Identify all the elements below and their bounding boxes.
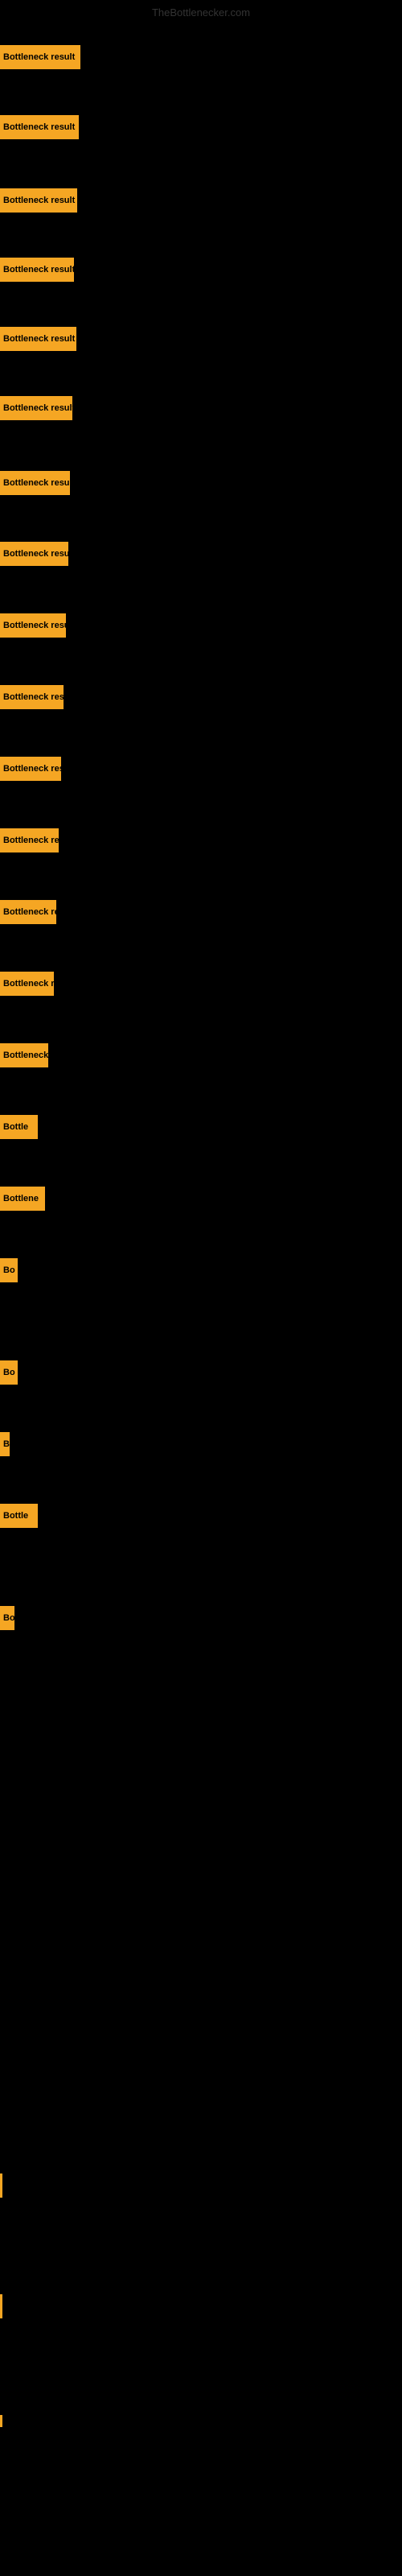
bottleneck-badge: Bottleneck res: [0, 828, 59, 852]
bottleneck-badge: Bottleneck result: [0, 258, 74, 282]
bottleneck-badge: Bottleneck res: [0, 900, 56, 924]
bottleneck-badge: Bottleneck result: [0, 471, 70, 495]
left-indicator-line: [0, 2415, 2, 2427]
bottleneck-badge: Bo: [0, 1360, 18, 1385]
left-indicator-line: [0, 2174, 2, 2198]
bottleneck-badge: Bottle: [0, 1504, 38, 1528]
bottleneck-badge: Bottleneck result: [0, 188, 77, 213]
bottleneck-badge: Bottleneck: [0, 1043, 48, 1067]
bottleneck-badge: Bottle: [0, 1115, 38, 1139]
bottleneck-badge: Bottlene: [0, 1187, 45, 1211]
bottleneck-badge: Bottleneck result: [0, 327, 76, 351]
bottleneck-badge: B: [0, 1432, 10, 1456]
bottleneck-badge: Bo: [0, 1606, 14, 1630]
bottleneck-badge: Bottleneck result: [0, 613, 66, 638]
bottleneck-badge: Bottleneck result: [0, 542, 68, 566]
bottleneck-badge: Bottleneck resu: [0, 757, 61, 781]
bottleneck-badge: Bottleneck result: [0, 45, 80, 69]
bottleneck-badge: Bo: [0, 1258, 18, 1282]
left-indicator-line: [0, 2294, 2, 2318]
bottleneck-badge: Bottleneck re: [0, 972, 54, 996]
bottleneck-badge: Bottleneck result: [0, 115, 79, 139]
site-title: TheBottlenecker.com: [0, 6, 402, 19]
bottleneck-badge: Bottleneck result: [0, 396, 72, 420]
bottleneck-badge: Bottleneck resu: [0, 685, 64, 709]
